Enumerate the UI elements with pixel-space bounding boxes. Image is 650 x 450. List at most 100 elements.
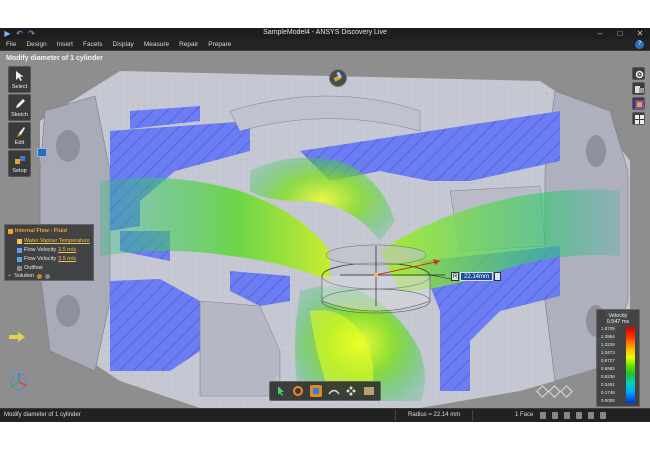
legend-tick: 0.3491 [601, 382, 615, 387]
menu-measure[interactable]: Measure [144, 41, 169, 48]
study-item-flow-velocity-2[interactable]: Flow Velocity 3.5 m/s [17, 255, 76, 263]
blend-guide-icon[interactable] [328, 385, 340, 397]
status-selection-count: 1 Face [515, 412, 534, 418]
lock-icon[interactable] [494, 272, 502, 281]
menu-insert[interactable]: Insert [57, 41, 73, 48]
outlet-icon [17, 265, 22, 271]
study-item-value[interactable]: 3.5 m/s [58, 247, 76, 253]
condition-icon [17, 238, 22, 244]
grid-icon[interactable] [576, 412, 582, 419]
solution-row[interactable]: + Solution [8, 273, 51, 279]
window-title: SampleModel4 - ANSYS Discovery Live [263, 29, 387, 36]
solution-option-icon [45, 273, 51, 279]
view-hex-icon[interactable] [560, 385, 573, 398]
fill-guide-icon[interactable] [363, 385, 375, 397]
edit-tool-button[interactable]: Edit [8, 122, 31, 149]
edit-option-icon[interactable] [37, 148, 47, 157]
folder-icon [8, 228, 13, 234]
pencil-icon [16, 99, 25, 108]
sketch-tool-label: Sketch [11, 112, 28, 118]
simulation-settings-button[interactable] [632, 67, 645, 80]
palette-icon [635, 100, 644, 109]
sketch-tool-button[interactable]: Sketch [8, 94, 31, 121]
velocity-legend: Velocity 0.547 ms 1.5709 1.3964 1.2218 1… [596, 309, 640, 407]
print-icon[interactable] [600, 412, 606, 419]
legend-tick: 0.5236 [601, 374, 615, 379]
legend-tick: 0.1745 [601, 390, 615, 395]
gear-icon [635, 70, 644, 79]
render-options-button[interactable] [632, 97, 645, 110]
3d-viewport[interactable]: Modify diameter of 1 cylinder Select Ske… [0, 51, 650, 408]
study-title: Internal Flow - Fluid [15, 228, 67, 234]
study-item-label: Water Vapour Temperature [24, 238, 90, 244]
solution-status-icon [37, 273, 43, 279]
status-radius: Radius = 22.14 mm [395, 410, 474, 421]
view-hex-icon[interactable] [548, 385, 561, 398]
window-controls: – □ ✕ [594, 28, 646, 39]
legend-tick: 0.8727 [601, 358, 615, 363]
title-bar: ▶ ↶ ↷ SampleModel4 - ANSYS Discovery Liv… [0, 28, 650, 39]
menu-design[interactable]: Design [26, 41, 46, 48]
close-icon[interactable]: ✕ [634, 28, 646, 39]
view-options-button[interactable] [632, 112, 645, 125]
legend-tick: 1.5709 [601, 326, 615, 331]
dimension-type: R [451, 272, 459, 281]
status-bar: Modify diameter of 1 cylinder Radius = 2… [0, 408, 650, 422]
previous-arrow-icon[interactable] [8, 331, 26, 345]
select-tool-button[interactable]: Select [8, 66, 31, 93]
move-guide-icon[interactable] [345, 385, 357, 397]
menu-display[interactable]: Display [113, 41, 134, 48]
study-item-flow-velocity-1[interactable]: Flow Velocity 3.5 m/s [17, 246, 76, 254]
study-item-value[interactable]: 3.5 m/s [58, 256, 76, 262]
axis-triad-icon [8, 371, 30, 395]
radius-value-input[interactable]: 22.14mm [460, 272, 494, 281]
menu-file[interactable]: File [6, 41, 16, 48]
study-tree-root[interactable]: Internal Flow - Fluid [8, 227, 67, 235]
menu-prepare[interactable]: Prepare [208, 41, 231, 48]
simulation-badge[interactable] [329, 69, 347, 87]
layers-icon [635, 86, 644, 93]
study-item-temperature[interactable]: Water Vapour Temperature [17, 237, 90, 245]
bottom-tool-guides [269, 381, 381, 401]
extrude-guide-icon[interactable] [310, 385, 323, 397]
menu-bar: File Design Insert Facets Display Measur… [0, 39, 650, 51]
edit-tool-label: Edit [14, 140, 25, 146]
inlet-icon [17, 247, 22, 253]
study-item-label: Flow Velocity [24, 256, 57, 262]
brush-edit-icon [17, 127, 25, 137]
select-tool-label: Select [11, 84, 28, 90]
select-guide-icon[interactable] [275, 385, 287, 397]
solution-label: Solution [14, 273, 35, 279]
legend-tick: 1.3964 [601, 334, 615, 339]
minimize-icon[interactable]: – [594, 28, 606, 39]
study-item-label: Flow Velocity [24, 247, 57, 253]
view-hex-icon[interactable] [536, 385, 549, 398]
legend-tick: 1.0473 [601, 350, 615, 355]
cubes-setup-icon [15, 156, 25, 164]
grid-view-icon [635, 115, 644, 124]
filter-icon[interactable] [540, 412, 546, 419]
menu-repair[interactable]: Repair [179, 41, 198, 48]
legend-color-bar [626, 327, 635, 403]
view-cube-controls [536, 385, 573, 398]
plus-icon: + [8, 273, 12, 279]
study-item-outflow[interactable]: Outflow [17, 264, 43, 272]
study-tree-panel: Internal Flow - Fluid Water Vapour Tempe… [4, 224, 94, 281]
tool-caption: Modify diameter of 1 cylinder [6, 55, 103, 62]
model-scene [0, 51, 650, 408]
inlet-icon [17, 256, 22, 262]
legend-tick: 0.0000 [601, 398, 615, 403]
maximize-icon[interactable]: □ [614, 28, 626, 39]
rotate-guide-icon[interactable] [292, 385, 304, 397]
settings-icon[interactable] [588, 412, 594, 419]
flashlight-icon [333, 71, 342, 82]
setup-tool-button[interactable]: Setup [8, 150, 31, 177]
display-options-button[interactable] [632, 82, 645, 95]
legend-tick: 0.6982 [601, 366, 615, 371]
help-icon[interactable]: ? [635, 40, 644, 49]
radius-dimension: R 22.14mm [451, 272, 502, 281]
menu-facets[interactable]: Facets [83, 41, 103, 48]
snap-icon[interactable] [552, 412, 558, 419]
lock-icon[interactable] [564, 412, 570, 419]
legend-max: 0.547 ms [606, 319, 630, 325]
